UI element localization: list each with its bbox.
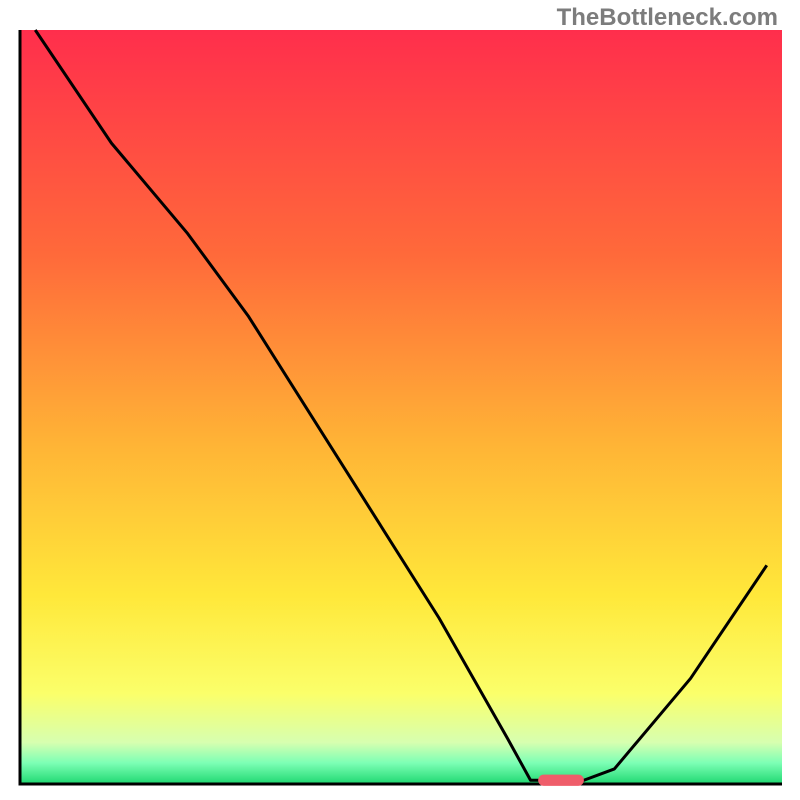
plot-background	[20, 30, 782, 784]
watermark-text: TheBottleneck.com	[557, 4, 778, 32]
optimal-marker	[538, 775, 584, 786]
bottleneck-chart: TheBottleneck.com	[0, 0, 800, 800]
chart-svg	[0, 0, 800, 800]
